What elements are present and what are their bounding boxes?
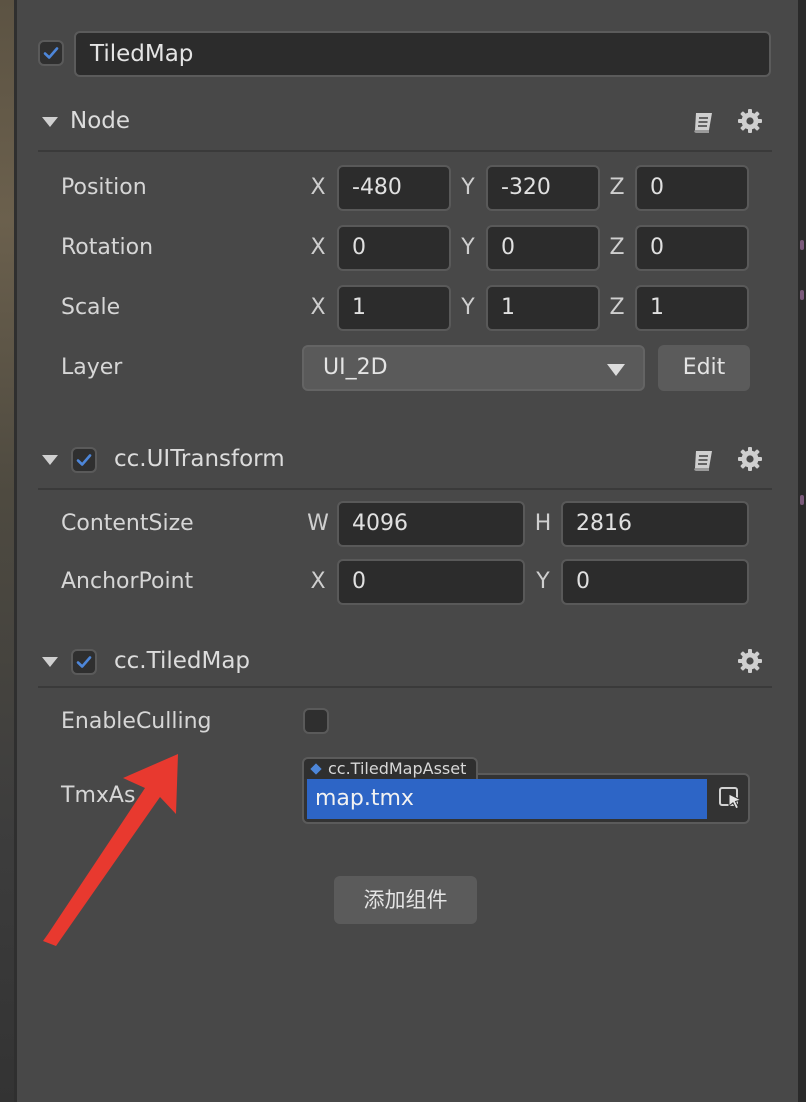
anchorpoint-label: AnchorPoint xyxy=(61,569,194,594)
axis-y-label: Y xyxy=(536,569,550,594)
axis-x-label: X xyxy=(310,569,326,594)
checkmark-icon xyxy=(76,656,92,668)
help-book-icon[interactable] xyxy=(690,446,718,474)
add-component-button[interactable]: 添加组件 xyxy=(334,876,477,924)
axis-y-label: Y xyxy=(461,235,475,260)
scale-x-input[interactable]: 1 xyxy=(337,285,451,331)
rotation-label: Rotation xyxy=(61,235,154,260)
section-divider xyxy=(38,150,772,152)
axis-x-label: X xyxy=(310,295,326,320)
position-label: Position xyxy=(61,175,147,200)
axis-z-label: Z xyxy=(609,295,625,320)
tmxasset-label: TmxAs xyxy=(61,783,136,808)
chevron-down-icon[interactable] xyxy=(42,657,58,667)
layer-select-value: UI_2D xyxy=(323,355,388,380)
checkmark-icon xyxy=(43,47,59,59)
rotation-z-input[interactable]: 0 xyxy=(635,225,749,271)
enableculling-label: EnableCulling xyxy=(61,709,212,734)
chevron-down-icon[interactable] xyxy=(42,455,58,465)
axis-z-label: Z xyxy=(609,235,625,260)
enableculling-checkbox[interactable] xyxy=(303,708,329,734)
section-title-node[interactable]: Node xyxy=(70,108,130,134)
layer-label: Layer xyxy=(61,355,123,380)
axis-z-label: Z xyxy=(609,175,625,200)
axis-x-label: X xyxy=(310,235,326,260)
tmxasset-type-tag: cc.TiledMapAsset xyxy=(302,757,479,779)
node-enabled-checkbox[interactable] xyxy=(38,40,64,66)
axis-x-label: X xyxy=(310,175,326,200)
gear-icon[interactable] xyxy=(736,445,764,473)
position-x-input[interactable]: -480 xyxy=(337,165,451,211)
section-title-uitransform[interactable]: cc.UITransform xyxy=(114,446,285,472)
contentsize-h-input[interactable]: 2816 xyxy=(561,501,749,547)
checkmark-icon xyxy=(76,454,92,466)
anchorpoint-y-input[interactable]: 0 xyxy=(561,559,749,605)
asset-picker-icon[interactable] xyxy=(717,784,745,812)
uitransform-enabled-checkbox[interactable] xyxy=(71,447,97,473)
axis-h-label: H xyxy=(534,511,552,536)
help-book-icon[interactable] xyxy=(690,108,718,136)
layer-edit-button[interactable]: Edit xyxy=(658,345,750,391)
dropdown-caret-icon xyxy=(607,364,625,376)
gear-icon[interactable] xyxy=(736,647,764,675)
scene-view-edge xyxy=(0,0,17,1102)
position-z-input[interactable]: 0 xyxy=(635,165,749,211)
layer-select[interactable]: UI_2D xyxy=(302,345,645,391)
rotation-y-input[interactable]: 0 xyxy=(486,225,600,271)
scale-z-input[interactable]: 1 xyxy=(635,285,749,331)
axis-y-label: Y xyxy=(461,295,475,320)
gear-icon[interactable] xyxy=(736,107,764,135)
scale-y-input[interactable]: 1 xyxy=(486,285,600,331)
contentsize-w-input[interactable]: 4096 xyxy=(337,501,525,547)
scale-label: Scale xyxy=(61,295,121,320)
right-scrollbar[interactable] xyxy=(798,0,806,1102)
anchorpoint-x-input[interactable]: 0 xyxy=(337,559,525,605)
section-divider xyxy=(38,686,772,688)
rotation-x-input[interactable]: 0 xyxy=(337,225,451,271)
tiledmap-enabled-checkbox[interactable] xyxy=(71,649,97,675)
contentsize-label: ContentSize xyxy=(61,511,194,536)
node-name-input[interactable]: TiledMap xyxy=(74,31,771,77)
position-y-input[interactable]: -320 xyxy=(486,165,600,211)
axis-y-label: Y xyxy=(461,175,475,200)
section-title-tiledmap[interactable]: cc.TiledMap xyxy=(114,648,250,674)
section-divider xyxy=(38,488,772,490)
tmxasset-value[interactable]: map.tmx xyxy=(307,779,707,819)
chevron-down-icon[interactable] xyxy=(42,117,58,127)
axis-w-label: W xyxy=(307,511,329,536)
